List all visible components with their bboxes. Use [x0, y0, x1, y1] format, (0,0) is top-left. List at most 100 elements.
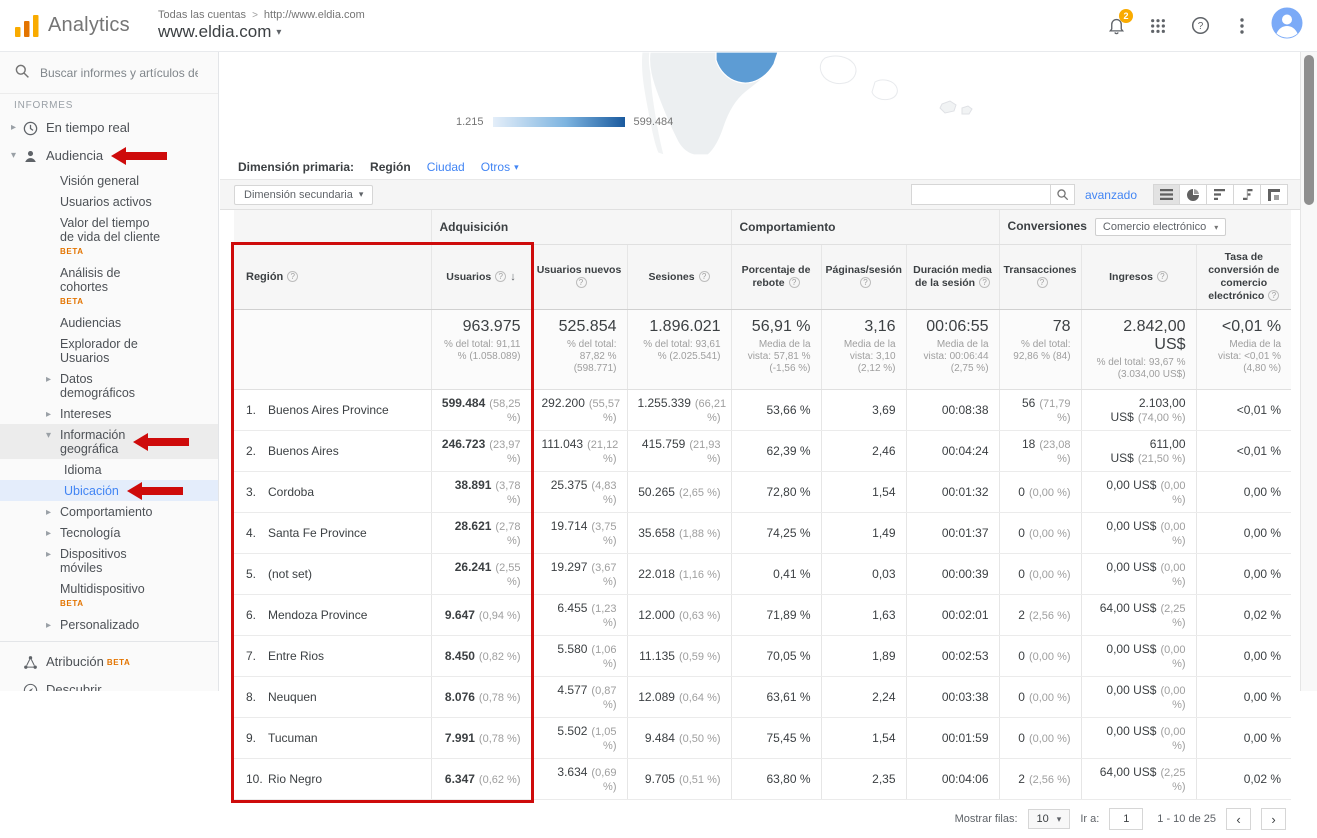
sidebar-item-idioma[interactable]: Idioma — [0, 459, 218, 480]
chevron-right-icon[interactable]: ▸ — [46, 619, 51, 633]
sidebar-item-atribucion[interactable]: AtribuciónBETA — [0, 648, 218, 676]
group-header-adquisicion: Adquisición — [431, 210, 731, 245]
view-comparison-button[interactable] — [1234, 184, 1261, 205]
view-switcher — [1153, 184, 1288, 205]
help-icon[interactable]: ? — [495, 271, 506, 282]
goto-page-input[interactable] — [1109, 808, 1143, 830]
rows-per-page-select[interactable]: 10 ▾ — [1028, 809, 1071, 829]
scrollbar-thumb[interactable] — [1304, 55, 1314, 205]
chevron-down-icon[interactable]: ▾ — [11, 149, 16, 163]
apps-grid-button[interactable] — [1141, 9, 1175, 43]
help-icon[interactable]: ? — [789, 277, 800, 288]
col-header-duracion-media[interactable]: Duración media de la sesión? — [906, 245, 999, 310]
ecommerce-selector[interactable]: Comercio electrónico▾ — [1095, 218, 1226, 236]
col-header-usuarios[interactable]: Usuarios?↓ — [431, 245, 531, 310]
col-header-ingresos[interactable]: Ingresos? — [1081, 245, 1196, 310]
dimension-option-region[interactable]: Región — [370, 160, 411, 174]
dimension-option-ciudad[interactable]: Ciudad — [427, 160, 465, 174]
region-name[interactable]: Santa Fe Province — [268, 526, 367, 540]
chevron-right-icon[interactable]: ▸ — [46, 408, 51, 422]
chevron-right-icon[interactable]: ▸ — [46, 373, 51, 387]
region-name[interactable]: (not set) — [268, 567, 312, 581]
help-icon[interactable]: ? — [1037, 277, 1048, 288]
totals-cell-paginas-sesion: 3,16Media de la vista: 3,10 (2,12 %) — [821, 310, 906, 390]
help-button[interactable]: ? — [1183, 9, 1217, 43]
cell-porcentaje-rebote: 63,61 % — [731, 677, 821, 718]
col-header-transacciones[interactable]: Transacciones? — [999, 245, 1081, 310]
region-name[interactable]: Mendoza Province — [268, 608, 367, 622]
help-icon[interactable]: ? — [576, 277, 587, 288]
more-menu-button[interactable] — [1225, 9, 1259, 43]
avatar[interactable] — [1271, 7, 1303, 44]
pagination-next-button[interactable]: › — [1261, 808, 1286, 830]
region-name[interactable]: Rio Negro — [268, 772, 322, 786]
view-pivot-button[interactable] — [1261, 184, 1288, 205]
secondary-dimension-button[interactable]: Dimensión secundaria ▾ — [234, 185, 373, 205]
chevron-down-icon[interactable]: ▾ — [276, 27, 281, 38]
help-icon[interactable]: ? — [699, 271, 710, 282]
sidebar-item-datos-demograficos[interactable]: ▸Datos demográficos — [0, 368, 218, 403]
sidebar-item-en-tiempo-real[interactable]: ▸En tiempo real — [0, 114, 218, 142]
account-switcher[interactable]: Todas las cuentas > http://www.eldia.com… — [158, 9, 365, 42]
table-row: 8.Neuquen8.076(0,78 %)4.577(0,87 %)12.08… — [234, 677, 1291, 718]
chevron-right-icon[interactable]: ▸ — [46, 548, 51, 562]
pagination-prev-button[interactable]: ‹ — [1226, 808, 1251, 830]
sidebar-item-personalizado[interactable]: ▸Personalizado — [0, 614, 218, 635]
region-name[interactable]: Cordoba — [268, 485, 314, 499]
sidebar-item-tecnologia[interactable]: ▸Tecnología — [0, 522, 218, 543]
chevron-down-icon[interactable]: ▾ — [46, 429, 51, 443]
help-icon[interactable]: ? — [287, 271, 298, 282]
help-icon[interactable]: ? — [860, 277, 871, 288]
sidebar-item-multidispositivo[interactable]: MultidispositivoBETA — [0, 578, 218, 614]
col-header-sesiones[interactable]: Sesiones? — [627, 245, 731, 310]
sidebar-item-intereses[interactable]: ▸Intereses — [0, 403, 218, 424]
region-name[interactable]: Buenos Aires Province — [268, 403, 389, 417]
row-rank: 4. — [246, 526, 268, 540]
notifications-button[interactable]: 2 — [1099, 9, 1133, 43]
breadcrumb-item[interactable]: Todas las cuentas — [158, 9, 246, 21]
breadcrumb-item[interactable]: http://www.eldia.com — [264, 9, 365, 21]
advanced-search-link[interactable]: avanzado — [1085, 188, 1137, 202]
col-header-usuarios-nuevos[interactable]: Usuarios nuevos? — [531, 245, 627, 310]
sidebar-item-comportamiento[interactable]: ▸Comportamiento — [0, 501, 218, 522]
sidebar-item-vision-general[interactable]: Visión general — [0, 170, 218, 191]
col-header-region[interactable]: Región? — [234, 245, 431, 310]
sidebar-item-valor-tiempo-vida[interactable]: Valor del tiempo de vida del clienteBETA — [0, 212, 218, 262]
region-name[interactable]: Buenos Aires — [268, 444, 339, 458]
sidebar-item-ubicacion[interactable]: Ubicación — [0, 480, 218, 501]
sidebar-item-analisis-cohortes[interactable]: Análisis de cohortesBETA — [0, 262, 218, 312]
help-icon[interactable]: ? — [1268, 290, 1279, 301]
search-input[interactable] — [40, 66, 198, 80]
sidebar-item-usuarios-activos[interactable]: Usuarios activos — [0, 191, 218, 212]
table-row: 9.Tucuman7.991(0,78 %)5.502(1,05 %)9.484… — [234, 718, 1291, 759]
dimension-option-otros[interactable]: Otros ▾ — [481, 160, 519, 174]
chevron-right-icon[interactable]: ▸ — [46, 527, 51, 541]
sidebar-item-audiencias[interactable]: Audiencias — [0, 312, 218, 333]
sidebar-item-audiencia[interactable]: ▾Audiencia — [0, 142, 218, 170]
view-table-button[interactable] — [1153, 184, 1180, 205]
sidebar-item-descubrir[interactable]: Descubrir — [0, 676, 218, 691]
sort-desc-icon[interactable]: ↓ — [510, 271, 516, 283]
chevron-right-icon[interactable]: ▸ — [46, 506, 51, 520]
cell-usuarios: 8.076(0,78 %) — [431, 677, 531, 718]
table-search-button[interactable] — [1051, 184, 1075, 205]
sidebar-item-explorador-usuarios[interactable]: Explorador de Usuarios — [0, 333, 218, 368]
cell-transacciones: 56(71,79 %) — [999, 390, 1081, 431]
help-icon[interactable]: ? — [979, 277, 990, 288]
analytics-logo[interactable]: Analytics — [14, 14, 142, 38]
region-name[interactable]: Neuquen — [268, 690, 317, 704]
sidebar-item-informacion-geografica[interactable]: ▾Información geográfica — [0, 424, 218, 459]
sidebar-item-dispositivos-moviles[interactable]: ▸Dispositivos móviles — [0, 543, 218, 578]
chevron-right-icon[interactable]: ▸ — [11, 121, 16, 135]
table-search-input[interactable] — [911, 184, 1051, 205]
region-name[interactable]: Tucuman — [268, 731, 318, 745]
col-header-porcentaje-rebote[interactable]: Porcentaje de rebote? — [731, 245, 821, 310]
scrollbar[interactable] — [1300, 52, 1317, 691]
view-performance-button[interactable] — [1207, 184, 1234, 205]
col-header-tasa-conversion[interactable]: Tasa de conversión de comercio electróni… — [1196, 245, 1291, 310]
col-header-paginas-sesion[interactable]: Páginas/sesión? — [821, 245, 906, 310]
region-name[interactable]: Entre Rios — [268, 649, 324, 663]
view-percentage-button[interactable] — [1180, 184, 1207, 205]
help-icon[interactable]: ? — [1157, 271, 1168, 282]
sidebar-search[interactable] — [0, 52, 218, 94]
